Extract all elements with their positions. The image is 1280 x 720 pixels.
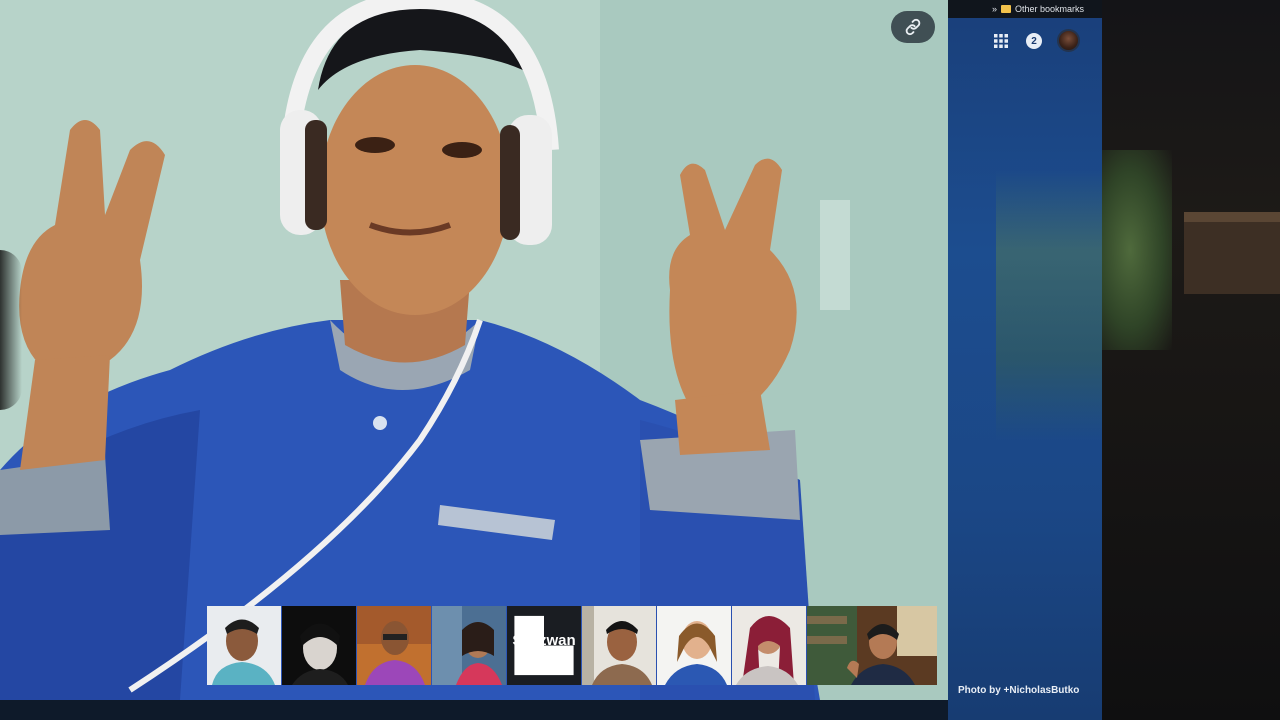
room-background <box>1102 0 1280 720</box>
link-icon <box>905 18 921 36</box>
folder-icon <box>1001 5 1012 13</box>
bookmarks-overflow-chevron[interactable]: » <box>992 4 997 14</box>
copy-link-button[interactable] <box>891 11 935 43</box>
speaker-video <box>0 0 948 700</box>
participant-video <box>207 606 281 685</box>
notification-badge[interactable]: 2 <box>1026 33 1042 49</box>
participant-thumbnail[interactable] <box>432 606 506 685</box>
participant-video <box>732 606 806 685</box>
screen: Syazwan <box>0 0 1280 720</box>
participant-thumbnail[interactable] <box>807 606 937 685</box>
participant-video <box>582 606 656 685</box>
participant-video <box>807 606 937 685</box>
participant-video <box>432 606 506 685</box>
participant-video <box>282 606 356 685</box>
wall-panel <box>1184 222 1280 294</box>
participant-thumbnail[interactable] <box>357 606 431 685</box>
participant-thumbnail[interactable] <box>207 606 281 685</box>
photo-credit: Photo by +NicholasButko <box>958 685 1080 696</box>
phone-icon <box>514 615 574 676</box>
participant-thumbnail[interactable] <box>282 606 356 685</box>
participant-filmstrip: Syazwan <box>207 606 938 685</box>
video-bottom-bar <box>0 700 948 720</box>
shelf <box>1184 212 1280 222</box>
window-reflection <box>996 170 1102 440</box>
participant-thumbnail[interactable] <box>582 606 656 685</box>
participant-video <box>357 606 431 685</box>
left-edge-shadow <box>0 250 22 410</box>
account-avatar[interactable] <box>1057 29 1080 52</box>
bookmarks-bar: » Other bookmarks <box>948 0 1102 18</box>
participant-thumbnail[interactable] <box>657 606 731 685</box>
participant-thumbnail[interactable] <box>732 606 806 685</box>
plant-reflection <box>1102 150 1172 350</box>
apps-grid-icon[interactable] <box>994 34 1008 48</box>
main-video[interactable]: Syazwan <box>0 0 948 700</box>
other-bookmarks-link[interactable]: Other bookmarks <box>1015 4 1084 14</box>
participant-video <box>657 606 731 685</box>
participant-name-card[interactable]: Syazwan <box>507 606 581 685</box>
